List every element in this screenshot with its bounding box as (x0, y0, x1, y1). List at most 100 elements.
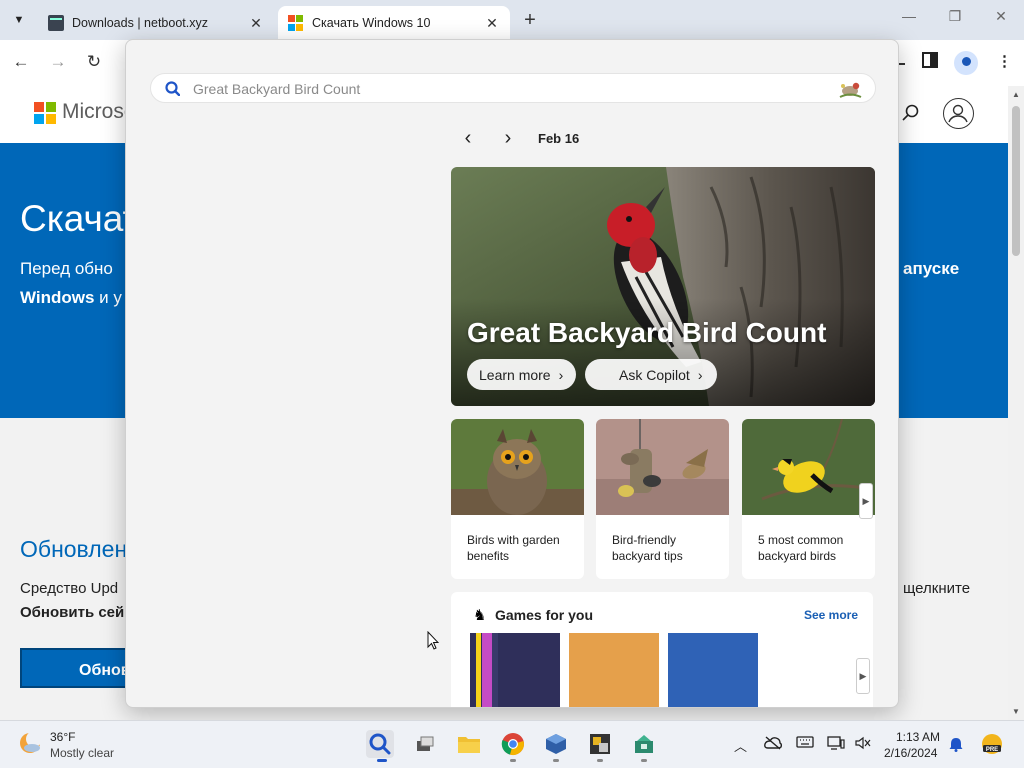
see-more-link[interactable]: See more (804, 608, 858, 622)
dosbox-button[interactable] (586, 730, 614, 758)
game-thumbnail-image (476, 633, 498, 707)
update-text: Средство Upd (20, 580, 119, 597)
chrome-button[interactable] (499, 730, 527, 758)
hero-text-line-2: Windows и у (20, 288, 122, 308)
feeder-birds-image (596, 419, 729, 515)
learn-more-label: Learn more (479, 366, 551, 383)
running-indicator (597, 759, 603, 762)
virtualbox-icon (546, 734, 566, 754)
volume-muted-icon[interactable] (855, 736, 871, 753)
running-indicator (553, 759, 559, 762)
search-box[interactable] (150, 73, 876, 103)
card-caption: 5 most common backyard birds (758, 533, 844, 563)
search-icon (165, 81, 180, 96)
date-navigation: ‹ › Feb 16 (458, 128, 580, 148)
search-input[interactable] (193, 78, 793, 100)
learn-more-button[interactable]: Learn more › (467, 359, 576, 390)
terminal-favicon-icon (48, 15, 64, 31)
forward-button[interactable]: → (47, 52, 69, 72)
weather-description[interactable]: Mostly clear (50, 746, 114, 760)
ask-copilot-label: Ask Copilot (619, 366, 690, 383)
account-icon[interactable] (943, 98, 974, 129)
back-button[interactable]: ← (10, 52, 32, 72)
page-scrollbar[interactable]: ▲ ▼ (1008, 86, 1024, 720)
card-common-birds[interactable]: 5 most common backyard birds (742, 419, 875, 579)
chess-knight-icon: ♞ (473, 607, 487, 624)
weather-temperature[interactable]: 36°F (50, 730, 75, 744)
clock-date[interactable]: 2/16/2024 (884, 746, 937, 760)
taskbar-search-button[interactable] (366, 730, 394, 758)
file-explorer-button[interactable] (455, 730, 483, 758)
card-garden-benefits[interactable]: Birds with garden benefits (451, 419, 584, 579)
hero-text-right: апуске (903, 259, 960, 278)
current-date: Feb 16 (538, 130, 580, 146)
weather-moon-icon[interactable] (18, 731, 42, 755)
notification-bell-icon[interactable] (949, 737, 963, 752)
chrome-icon (501, 733, 524, 755)
task-view-icon (417, 736, 434, 751)
featured-title: Great Backyard Bird Count (467, 317, 827, 348)
ask-copilot-button[interactable]: Ask Copilot › (585, 359, 717, 390)
task-view-button[interactable] (411, 730, 439, 758)
mouse-cursor-icon (427, 631, 439, 650)
virtualbox-button[interactable] (542, 730, 570, 758)
bird-doodle-icon[interactable] (836, 78, 864, 100)
hero-text: Перед обно (20, 259, 113, 278)
taskbar: 36°F Mostly clear ︿ 1:13 AM 2/16/2024 PR… (0, 720, 1024, 768)
game-tile[interactable] (569, 633, 659, 707)
update-heading: Обновлен (20, 536, 128, 562)
tab-download-windows[interactable]: Скачать Windows 10 ✕ (278, 6, 510, 40)
tab-search-chevron-icon[interactable]: ▼ (6, 8, 32, 32)
card-caption: Bird-friendly backyard tips (612, 533, 683, 563)
games-section: ♞ Games for you See more ▶ (451, 592, 873, 707)
tab-close-icon[interactable]: ✕ (248, 15, 264, 32)
windows-search-flyout: ‹ › Feb 16 (125, 39, 899, 708)
previous-day-button[interactable]: ‹ (458, 128, 478, 148)
update-text-right: щелкните (903, 580, 971, 597)
next-day-button[interactable]: › (498, 128, 518, 148)
tray-overflow-icon[interactable]: ︿ (734, 736, 747, 755)
clock-time[interactable]: 1:13 AM (896, 730, 940, 744)
close-window-button[interactable]: ✕ (990, 8, 1012, 25)
new-tab-button[interactable]: + (520, 10, 540, 30)
games-next-arrow-icon[interactable]: ▶ (856, 658, 870, 694)
card-backyard-tips[interactable]: Bird-friendly backyard tips (596, 419, 729, 579)
cards-next-arrow-icon[interactable]: ▶ (859, 483, 873, 519)
onedrive-offline-icon[interactable] (764, 736, 783, 753)
microsoft-favicon-icon (288, 15, 304, 31)
tab-close-icon[interactable]: ✕ (484, 15, 500, 32)
update-bold-text: Обновить сей (20, 604, 125, 621)
side-panel-icon[interactable] (922, 52, 938, 72)
hero-text-suffix: и у (94, 288, 122, 307)
restore-button[interactable]: ❐ (944, 8, 966, 25)
display-icon[interactable] (827, 736, 845, 753)
browser-menu-icon[interactable]: ⋮ (997, 52, 1012, 70)
reload-button[interactable]: ↻ (83, 52, 105, 72)
tab-title: Скачать Windows 10 (312, 16, 431, 30)
scroll-up-icon[interactable]: ▲ (1012, 90, 1020, 99)
search-icon (369, 733, 391, 755)
app-icon (635, 735, 653, 753)
hero-heading: Скачат (20, 198, 140, 239)
tab-title: Downloads | netboot.xyz (72, 16, 208, 30)
featured-card[interactable]: Great Backyard Bird Count Learn more › As… (451, 167, 875, 406)
card-caption: Birds with garden benefits (467, 533, 560, 563)
game-tile[interactable] (470, 633, 560, 707)
microsoft-logo-icon[interactable] (34, 102, 56, 124)
hero-bold-text: Windows (20, 288, 95, 307)
scrollbar-thumb[interactable] (1012, 106, 1020, 256)
owl-image (451, 419, 584, 515)
browser-tab-bar: ▼ Downloads | netboot.xyz ✕ Скачать Wind… (0, 0, 1024, 40)
game-tile[interactable] (668, 633, 758, 707)
minimize-button[interactable]: — (898, 8, 920, 24)
app-button[interactable] (630, 730, 658, 758)
keyboard-icon[interactable] (796, 736, 814, 751)
running-indicator (510, 759, 516, 762)
scroll-down-icon[interactable]: ▼ (1012, 707, 1020, 716)
tab-downloads[interactable]: Downloads | netboot.xyz ✕ (38, 6, 274, 40)
site-search-icon[interactable] (902, 104, 920, 127)
running-indicator (641, 759, 647, 762)
svg-text:PRE: PRE (986, 747, 998, 753)
insider-pre-badge-icon[interactable]: PRE (981, 733, 1003, 755)
profile-avatar[interactable] (954, 51, 978, 75)
